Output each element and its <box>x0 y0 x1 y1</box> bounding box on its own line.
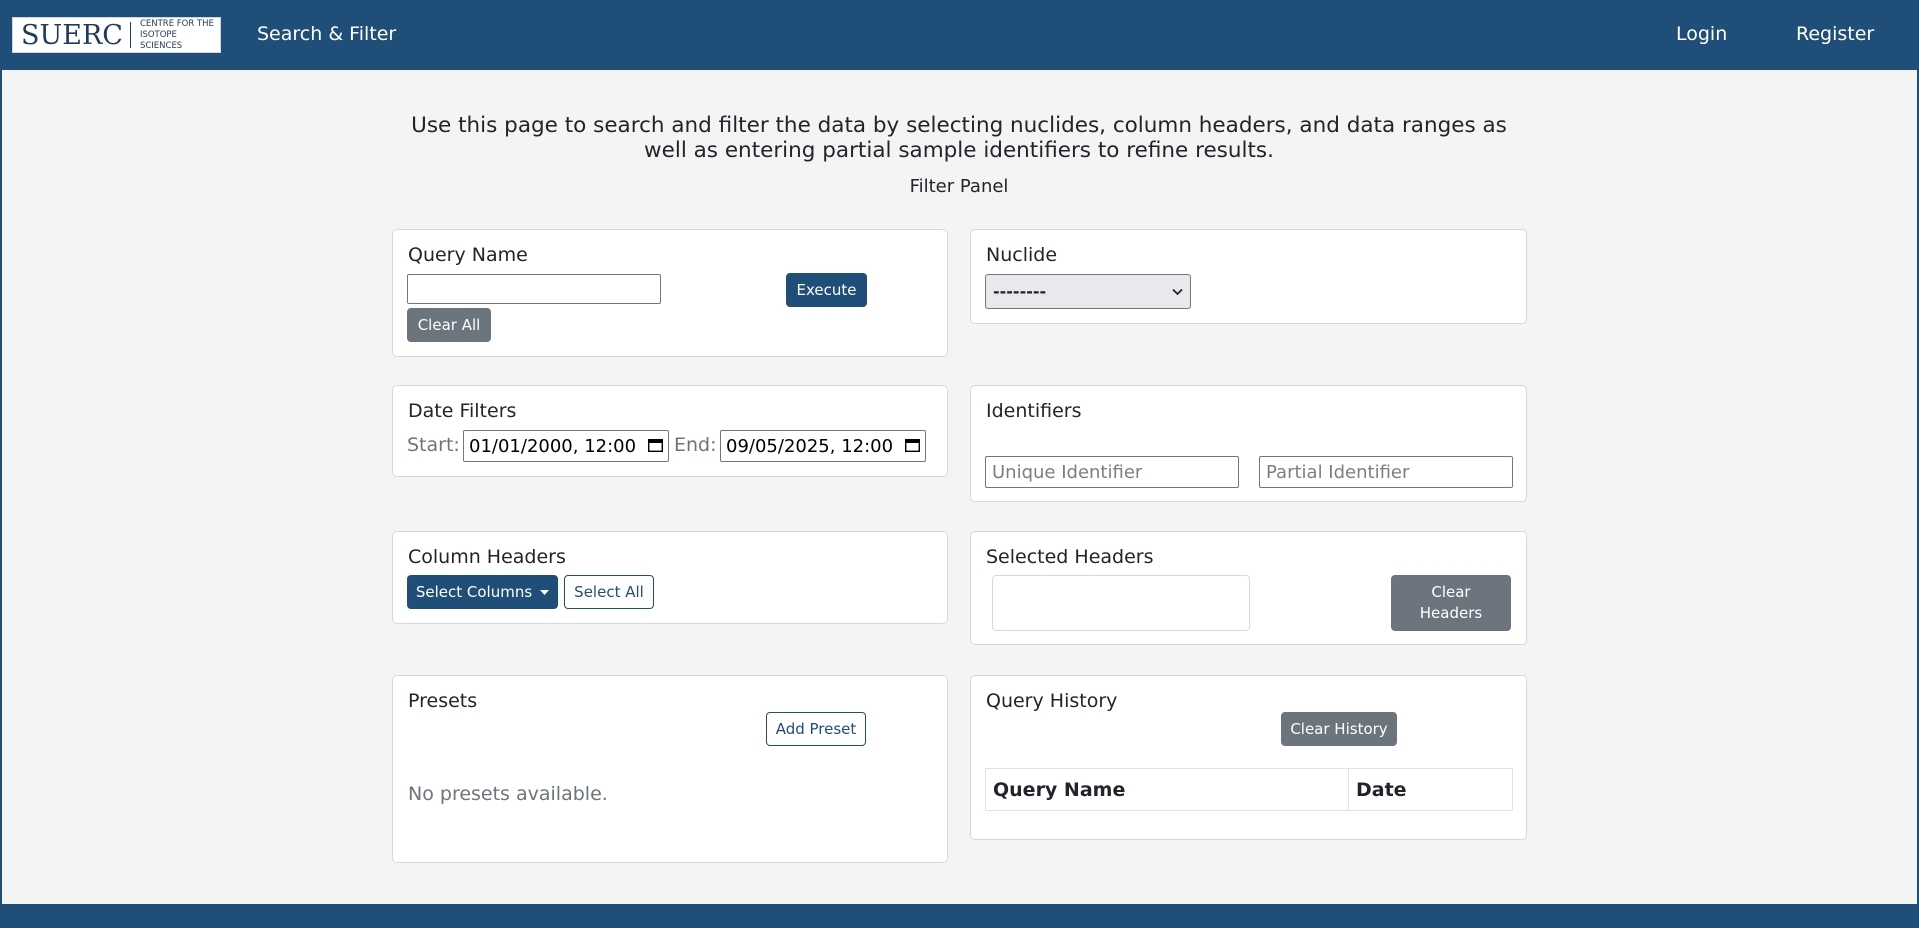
column-header-date: Date <box>1348 768 1513 811</box>
start-date-value: 01/01/2000, 12:00 <box>469 435 637 457</box>
column-headers-card: Column Headers Select Columns Select All <box>392 531 948 624</box>
logo-subtitle: CENTRE FOR THE ISOTOPE SCIENCES <box>140 19 220 52</box>
select-columns-label: Select Columns <box>415 582 533 601</box>
logo-divider <box>129 22 131 48</box>
logo-wordmark: SUERC <box>21 19 123 51</box>
date-filters-card: Date Filters Start: 01/01/2000, 12:00 En… <box>392 385 948 477</box>
logo-subtitle-line1: CENTRE FOR THE <box>139 18 214 29</box>
selected-headers-card: Selected Headers Clear Headers <box>970 531 1527 645</box>
add-preset-button[interactable]: Add Preset <box>766 712 866 746</box>
calendar-icon[interactable] <box>648 438 663 452</box>
nav-search-filter-link[interactable]: Search & Filter <box>257 23 396 45</box>
page-description: Use this page to search and filter the d… <box>411 113 1507 163</box>
no-presets-message: No presets available. <box>408 783 608 805</box>
suerc-logo[interactable]: SUERC CENTRE FOR THE ISOTOPE SCIENCES <box>12 17 221 53</box>
end-date-input[interactable]: 09/05/2025, 12:00 <box>720 430 926 462</box>
chevron-down-icon <box>1172 288 1183 295</box>
query-history-card: Query History Clear History Query Name D… <box>970 675 1527 840</box>
filter-panel-title: Filter Panel <box>909 176 1009 197</box>
end-date-value: 09/05/2025, 12:00 <box>726 435 894 457</box>
page-left-border <box>0 70 2 904</box>
query-history-table: Query Name Date <box>985 768 1513 811</box>
nuclide-select[interactable]: -------- <box>985 274 1191 309</box>
start-date-label: Start: <box>407 434 460 456</box>
presets-title: Presets <box>408 690 478 712</box>
partial-identifier-input[interactable]: Partial Identifier <box>1259 456 1513 488</box>
calendar-icon[interactable] <box>905 438 920 452</box>
presets-card: Presets Add Preset No presets available. <box>392 675 948 863</box>
select-all-button[interactable]: Select All <box>564 575 654 609</box>
query-name-title: Query Name <box>408 244 528 266</box>
column-header-query-name: Query Name <box>985 768 1349 811</box>
table-header-row: Query Name Date <box>985 768 1513 811</box>
start-date-input[interactable]: 01/01/2000, 12:00 <box>463 430 669 462</box>
selected-headers-list[interactable] <box>992 575 1250 631</box>
column-headers-title: Column Headers <box>408 546 566 568</box>
nav-register-link[interactable]: Register <box>1796 23 1874 45</box>
identifiers-card: Identifiers Unique Identifier Partial Id… <box>970 385 1527 502</box>
query-history-title: Query History <box>986 690 1118 712</box>
nuclide-card: Nuclide -------- <box>970 229 1527 324</box>
nav-login-link[interactable]: Login <box>1676 23 1727 45</box>
caret-down-icon <box>540 589 550 595</box>
clear-headers-button[interactable]: Clear Headers <box>1391 575 1511 631</box>
selected-headers-title: Selected Headers <box>986 546 1154 568</box>
unique-identifier-placeholder: Unique Identifier <box>992 461 1143 483</box>
end-date-label: End: <box>674 434 717 456</box>
partial-identifier-placeholder: Partial Identifier <box>1266 461 1410 483</box>
clear-all-button[interactable]: Clear All <box>407 308 491 342</box>
nuclide-title: Nuclide <box>986 244 1058 266</box>
unique-identifier-input[interactable]: Unique Identifier <box>985 456 1239 488</box>
query-name-input[interactable] <box>407 274 661 304</box>
date-filters-title: Date Filters <box>408 400 517 422</box>
identifiers-title: Identifiers <box>986 400 1082 422</box>
clear-history-button[interactable]: Clear History <box>1281 712 1397 746</box>
query-name-card: Query Name Execute Clear All <box>392 229 948 357</box>
footer <box>0 904 1919 928</box>
nuclide-selected-value: -------- <box>993 282 1047 301</box>
logo-subtitle-line2: ISOTOPE SCIENCES <box>139 29 183 51</box>
select-columns-dropdown-button[interactable]: Select Columns <box>407 575 558 609</box>
navbar: SUERC CENTRE FOR THE ISOTOPE SCIENCES Se… <box>0 0 1919 70</box>
execute-button[interactable]: Execute <box>786 273 867 307</box>
